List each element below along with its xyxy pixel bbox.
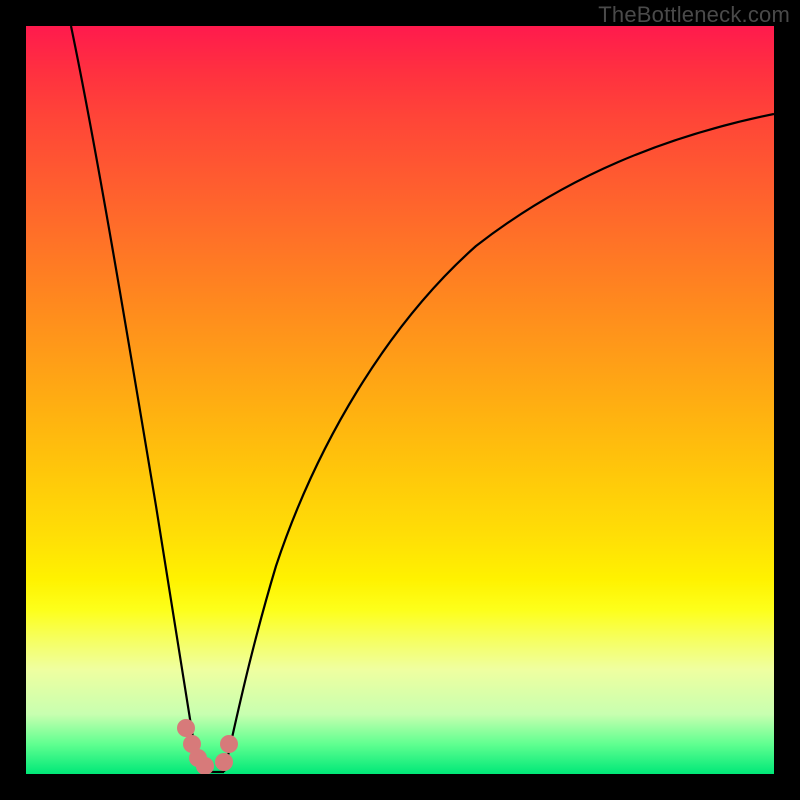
data-dot [220,735,238,753]
right-curve [224,114,774,772]
attribution-text: TheBottleneck.com [598,2,790,28]
data-dot [215,753,233,771]
data-dot [177,719,195,737]
left-curve [71,26,206,772]
chart-frame: TheBottleneck.com [0,0,800,800]
curves-svg [26,26,774,774]
plot-area [26,26,774,774]
